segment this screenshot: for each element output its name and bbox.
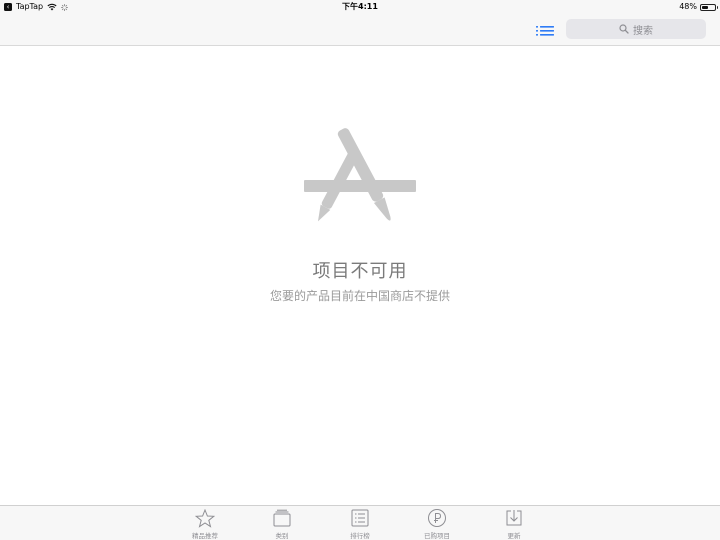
battery-percent: 48% bbox=[679, 2, 697, 11]
app-store-icon bbox=[304, 128, 416, 222]
status-right: 48% bbox=[679, 0, 718, 14]
tab-updates[interactable]: 更新 bbox=[484, 508, 544, 540]
battery-icon bbox=[700, 3, 718, 11]
nav-bar: 搜索 bbox=[0, 14, 720, 46]
main-content: 项目不可用 您要的产品目前在中国商店不提供 bbox=[0, 47, 720, 505]
search-field[interactable]: 搜索 bbox=[566, 19, 706, 39]
categories-icon bbox=[271, 508, 293, 528]
app-store-screen: ‹ TapTap 下午4:11 48% 搜索 项目不可用 您要的产品目前在中国商… bbox=[0, 0, 720, 540]
search-icon bbox=[619, 24, 629, 34]
updates-icon bbox=[503, 508, 525, 528]
list-icon[interactable] bbox=[536, 23, 554, 37]
tab-label: 排行榜 bbox=[350, 532, 370, 540]
tab-bar: 精品推荐 类别 排行榜 已购项目 更新 bbox=[0, 505, 720, 540]
purchased-icon bbox=[426, 508, 448, 528]
tab-top-charts[interactable]: 排行榜 bbox=[330, 508, 390, 540]
tab-featured[interactable]: 精品推荐 bbox=[175, 508, 235, 540]
status-bar: ‹ TapTap 下午4:11 48% bbox=[0, 0, 720, 14]
tab-label: 更新 bbox=[507, 532, 521, 540]
empty-state-subtitle: 您要的产品目前在中国商店不提供 bbox=[269, 289, 450, 303]
status-time: 下午4:11 bbox=[342, 2, 378, 11]
search-placeholder: 搜索 bbox=[633, 25, 653, 37]
tab-label: 类别 bbox=[275, 532, 289, 540]
top-charts-icon bbox=[349, 508, 371, 528]
tab-label: 精品推荐 bbox=[192, 532, 218, 540]
star-icon bbox=[194, 508, 216, 528]
empty-state-title: 项目不可用 bbox=[312, 261, 408, 282]
tab-categories[interactable]: 类别 bbox=[252, 508, 312, 540]
tab-label: 已购项目 bbox=[424, 532, 450, 540]
battery-fill bbox=[702, 5, 708, 9]
tab-purchased[interactable]: 已购项目 bbox=[407, 508, 467, 540]
